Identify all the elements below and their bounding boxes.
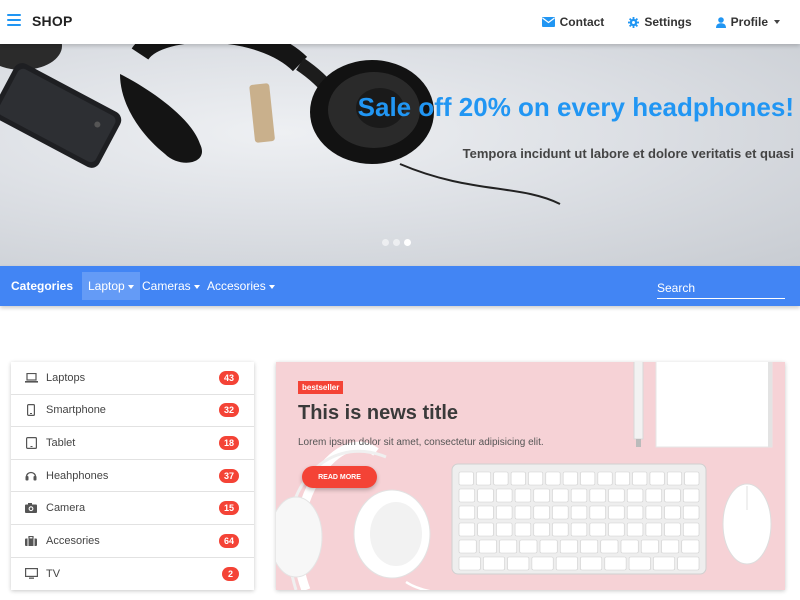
chevron-down-icon (268, 284, 275, 289)
list-item-tablet[interactable]: Tablet 18 (11, 427, 254, 460)
category-dropdown-laptop[interactable]: Laptop (82, 272, 140, 300)
list-item-label: Camera (46, 502, 86, 515)
list-item-label: TV (46, 567, 61, 580)
chevron-down-icon (193, 284, 200, 289)
hero-carousel[interactable]: Sale off 20% on every headphones! Tempor… (0, 44, 800, 266)
count-badge: 32 (218, 403, 239, 418)
tablet-icon (24, 436, 38, 450)
list-item-smartphone[interactable]: Smartphone 32 (11, 395, 254, 428)
camera-icon (24, 501, 38, 515)
profile-label: Profile (730, 15, 768, 29)
list-item-label: Heahphones (46, 469, 109, 482)
list-item-label: Smartphone (46, 404, 106, 417)
news-card: bestseller This is news title Lorem ipsu… (276, 362, 785, 590)
count-badge: 15 (218, 501, 239, 516)
hero-title: Sale off 20% on every headphones! (357, 92, 794, 122)
list-item-camera[interactable]: Camera 15 (11, 492, 254, 525)
list-item-label: Laptops (46, 371, 86, 384)
carousel-dot-active[interactable] (404, 239, 411, 246)
categories-label[interactable]: Categories (11, 279, 73, 293)
category-laptop-label: Laptop (88, 279, 125, 293)
top-nav: Contact Settings Profile (518, 0, 780, 44)
list-item-headphones[interactable]: Heahphones 37 (11, 460, 254, 493)
list-item-tv[interactable]: TV 2 (11, 558, 254, 591)
category-dropdown-accesories[interactable]: Accesories (201, 272, 281, 300)
settings-link[interactable]: Settings (628, 15, 692, 29)
news-title: This is news title (298, 402, 459, 424)
count-badge: 18 (218, 435, 239, 450)
count-badge: 2 (222, 566, 239, 581)
hero-subtitle: Tempora incidunt ut labore et dolore ver… (462, 146, 794, 161)
list-item-laptops[interactable]: Laptops 43 (11, 362, 254, 395)
laptop-icon (24, 371, 38, 385)
envelope-icon (541, 17, 555, 27)
tv-icon (24, 567, 38, 581)
top-navbar: SHOP Contact Settings Profile (0, 0, 800, 44)
chevron-down-icon (774, 20, 780, 24)
menu-icon[interactable] (7, 14, 21, 26)
count-badge: 43 (218, 370, 239, 385)
list-item-label: Accesories (46, 534, 100, 547)
headphones-icon (24, 469, 38, 483)
contact-label: Contact (559, 15, 605, 29)
read-more-button[interactable]: READ MORE (302, 466, 377, 488)
brand-logo[interactable]: SHOP (32, 13, 72, 29)
smartphone-icon (24, 403, 38, 417)
gear-icon (628, 16, 640, 28)
contact-link[interactable]: Contact (541, 15, 605, 29)
settings-label: Settings (644, 15, 692, 29)
list-item-label: Tablet (46, 436, 76, 449)
list-item-accesories[interactable]: Accesories 64 (11, 525, 254, 558)
category-accesories-label: Accesories (207, 279, 266, 293)
carousel-dot[interactable] (382, 239, 389, 246)
search-input[interactable] (657, 277, 785, 299)
carousel-dot[interactable] (393, 239, 400, 246)
category-cameras-label: Cameras (142, 279, 191, 293)
count-badge: 64 (218, 533, 239, 548)
briefcase-icon (24, 534, 38, 548)
category-dropdown-cameras[interactable]: Cameras (136, 272, 206, 300)
user-icon (715, 16, 726, 28)
carousel-indicators (382, 239, 415, 246)
news-description: Lorem ipsum dolor sit amet, consectetur … (298, 437, 544, 448)
chevron-down-icon (127, 284, 134, 289)
bestseller-badge: bestseller (298, 381, 344, 394)
profile-dropdown[interactable]: Profile (715, 15, 780, 29)
category-list: Laptops 43 Smartphone 32 Tablet 18 Heahp… (11, 362, 254, 590)
count-badge: 37 (218, 468, 239, 483)
